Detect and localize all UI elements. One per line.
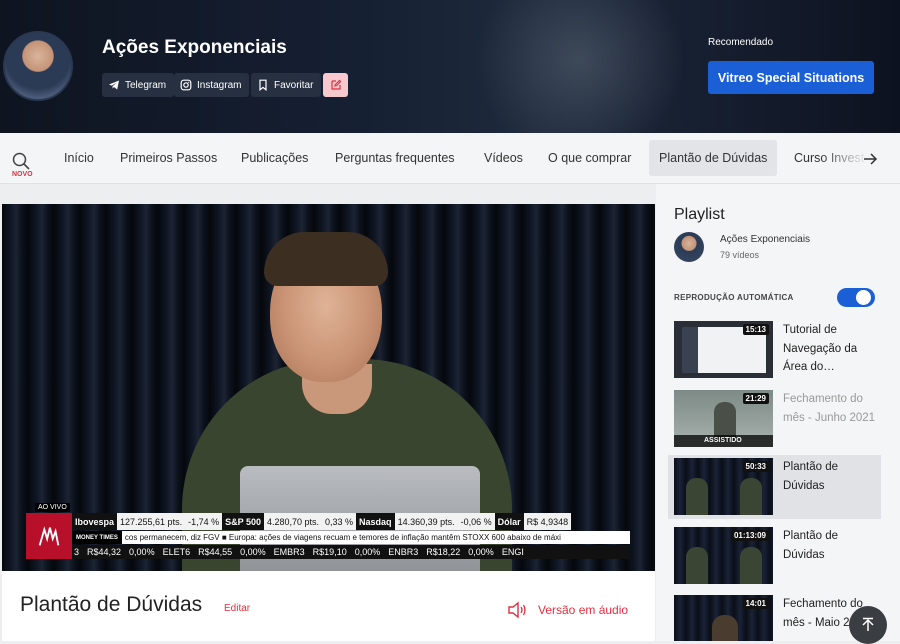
playlist-title: Playlist xyxy=(674,206,725,223)
ticker-news-text: cos permanecem, diz FGV ■ Europa: ações … xyxy=(124,533,561,542)
ticker-cell: R$ 4,9348 xyxy=(523,513,572,530)
arrow-right-icon[interactable] xyxy=(862,151,878,167)
edit-icon xyxy=(330,79,341,90)
ticker-cell: 127.255,61 pts. xyxy=(117,513,186,530)
playlist-item[interactable]: 15:13 Tutorial de Navegação da Área do… xyxy=(668,318,881,382)
ticker-cell: S&P 500 xyxy=(222,513,264,530)
live-badge: AO VIVO xyxy=(35,503,70,512)
ticker-cell: -0,06 % xyxy=(457,513,495,530)
recommended-button[interactable]: Vitreo Special Situations xyxy=(708,61,874,94)
channel-title: Ações Exponenciais xyxy=(102,37,287,58)
ticker-stock-cell: R$18,22 xyxy=(426,547,461,557)
ticker-stock-cell: EMBR3 xyxy=(273,547,305,557)
playlist-thumbnail: 15:13 xyxy=(674,321,773,378)
playlist-item[interactable]: 14:01 Fechamento do mês - Maio 2… xyxy=(668,592,881,641)
ticker-stock-cell: 0,00% xyxy=(468,547,494,557)
playlist-item-title: Plantão de Dúvidas xyxy=(783,530,838,561)
telegram-icon xyxy=(109,80,119,90)
playlist-thumbnail: 50:33 xyxy=(674,458,773,515)
ticker-stock-cell: 0,00% xyxy=(129,547,155,557)
thumbnail-person xyxy=(712,615,738,641)
ticker-stock-cell: R$44,55 xyxy=(198,547,233,557)
new-badge: NOVO xyxy=(12,171,33,178)
speaker-icon[interactable] xyxy=(507,601,527,619)
edit-channel-button[interactable] xyxy=(323,73,348,97)
nav-item-o-que-comprar[interactable]: O que comprar xyxy=(538,140,641,176)
ticker-stock-cell: 0,00% xyxy=(354,547,381,557)
instagram-icon xyxy=(180,79,192,91)
telegram-button[interactable]: Telegram xyxy=(102,73,175,97)
playlist-owner-avatar xyxy=(674,232,704,262)
search-icon[interactable] xyxy=(11,151,31,171)
playlist-item-title: Fechamento do mês - Junho 2021 xyxy=(783,393,876,424)
ticker-brand: MONEY TIMES xyxy=(72,531,122,544)
video-title: Plantão de Dúvidas xyxy=(20,593,203,616)
recommended-label: Recomendado xyxy=(708,37,774,48)
playlist-item-title: Plantão de Dúvidas xyxy=(783,461,838,492)
telegram-label: Telegram xyxy=(125,79,167,91)
playlist-item-current[interactable]: 50:33 Plantão de Dúvidas xyxy=(668,455,881,519)
playlist-item[interactable]: 01:13:09 Plantão de Dúvidas xyxy=(668,524,881,588)
bookmark-icon xyxy=(259,79,267,91)
playlist-owner: Ações Exponenciais xyxy=(720,234,811,245)
ticker-stock-cell: 3 xyxy=(74,547,80,557)
favorite-label: Favoritar xyxy=(274,79,314,91)
ticker-news: MONEY TIMES cos permanecem, diz FGV ■ Eu… xyxy=(72,531,630,544)
duration-badge: 01:13:09 xyxy=(730,530,769,541)
ticker-stock-cell: 0,00% xyxy=(240,547,266,557)
ticker-cell: 4.280,70 pts. xyxy=(263,513,323,530)
autoplay-label: REPRODUÇÃO AUTOMÁTICA xyxy=(674,293,794,302)
thumbnail-sidebar xyxy=(682,327,698,373)
ticker-cell: Dólar xyxy=(494,513,524,530)
ticker-cell: -1,74 % xyxy=(185,513,223,530)
thumbnail-person xyxy=(740,547,762,584)
edit-video-link[interactable]: Editar xyxy=(224,603,250,614)
video-presenter-hair xyxy=(264,232,388,286)
duration-badge: 50:33 xyxy=(742,461,769,472)
autoplay-toggle-knob xyxy=(856,290,871,305)
header-background-image xyxy=(470,0,690,133)
ticker-stock-cell: ENGI xyxy=(501,547,524,557)
playlist-count: 79 vídeos xyxy=(720,250,760,260)
nav-item-videos[interactable]: Vídeos xyxy=(474,140,533,176)
channel-avatar[interactable] xyxy=(3,31,73,101)
nav-item-primeiros-passos[interactable]: Primeiros Passos xyxy=(110,140,227,176)
nav-item-perguntas-frequentes[interactable]: Perguntas frequentes xyxy=(325,140,465,176)
playlist-thumbnail: 01:13:09 xyxy=(674,527,773,584)
watched-badge: ASSISTIDO xyxy=(674,435,773,447)
ticker-stock-cell: ELET6 xyxy=(162,547,191,557)
favorite-button[interactable]: Favoritar xyxy=(251,73,322,97)
playlist-thumbnail: 21:29 ASSISTIDO xyxy=(674,390,773,447)
nav-item-inicio[interactable]: Início xyxy=(54,140,104,176)
playlist-thumbnail: 14:01 xyxy=(674,595,773,641)
ticker-cell: 0,33 % xyxy=(322,513,357,530)
ticker-stock-cell: R$19,10 xyxy=(312,547,347,557)
instagram-label: Instagram xyxy=(197,79,242,91)
ticker-cell: Nasdaq xyxy=(356,513,395,530)
duration-badge: 14:01 xyxy=(742,598,769,609)
ticker-indices: Ibovespa 127.255,61 pts. -1,74 % S&P 500… xyxy=(72,513,630,530)
playlist-item-title: Tutorial de Navegação da Área do… xyxy=(783,324,858,373)
ticker-cell: Ibovespa xyxy=(72,513,118,530)
playlist-item[interactable]: 21:29 ASSISTIDO Fechamento do mês - Junh… xyxy=(668,387,881,451)
nav-item-publicacoes[interactable]: Publicações xyxy=(231,140,318,176)
broadcaster-logo-icon xyxy=(38,526,60,546)
ticker-stock-cell: ENBR3 xyxy=(388,547,419,557)
ticker-cell: 14.360,39 pts. xyxy=(394,513,458,530)
thumbnail-person xyxy=(740,478,762,515)
broadcaster-logo xyxy=(26,513,72,559)
ticker-stocks: 3 R$44,32 0,00% ELET6 R$44,55 0,00% EMBR… xyxy=(72,545,630,559)
audio-version-link[interactable]: Versão em áudio xyxy=(538,603,628,617)
duration-badge: 15:13 xyxy=(742,324,769,335)
scroll-to-top-button[interactable] xyxy=(849,606,887,644)
nav-fade xyxy=(820,134,900,182)
ticker-stock-cell: R$44,32 xyxy=(87,547,122,557)
thumbnail-person xyxy=(686,478,708,515)
nav-item-plantao-de-duvidas[interactable]: Plantão de Dúvidas xyxy=(649,140,778,176)
instagram-button[interactable]: Instagram xyxy=(174,73,250,97)
arrow-up-icon xyxy=(862,617,874,631)
duration-badge: 21:29 xyxy=(742,393,769,404)
thumbnail-person xyxy=(686,547,708,584)
